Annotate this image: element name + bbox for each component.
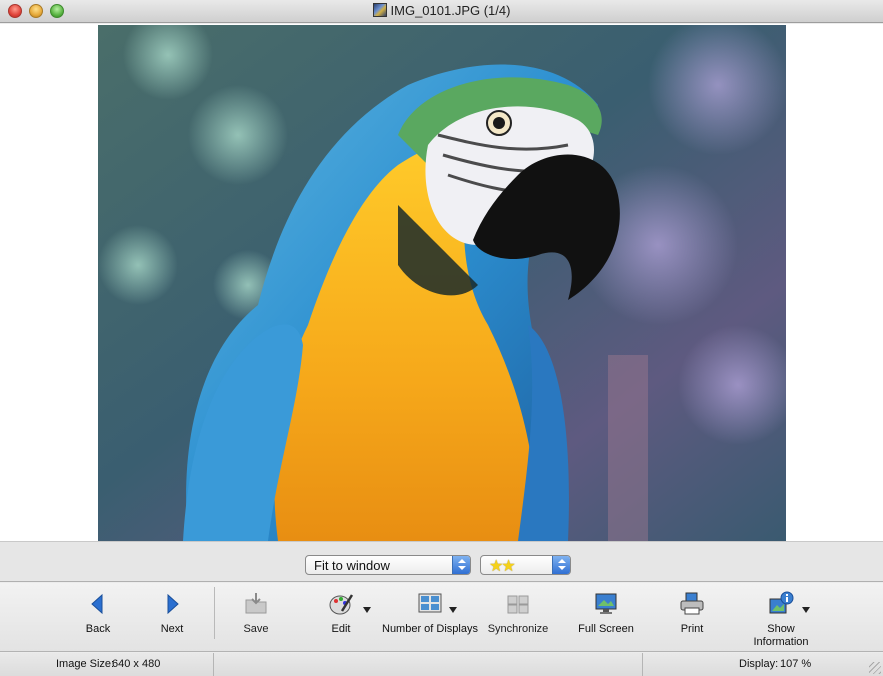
window-title-wrap: IMG_0101.JPG (1/4) [0, 3, 883, 18]
edit-button[interactable]: Edit [311, 583, 371, 652]
print-button[interactable]: Print [662, 583, 722, 652]
toolbar-divider [214, 587, 215, 639]
display-zoom-label: Display: [739, 658, 779, 670]
toolbar: Back Next Save Edit Number of Displays S… [0, 583, 883, 652]
save-folder-icon [245, 593, 267, 614]
display-control-strip: Fit to window ★★ [0, 541, 883, 582]
title-bar[interactable]: IMG_0101.JPG (1/4) [0, 0, 883, 23]
show-information-button[interactable]: Show Information [741, 583, 821, 652]
window-title: IMG_0101.JPG (1/4) [390, 3, 511, 18]
print-label: Print [680, 623, 704, 635]
show-information-label: Show Information [741, 623, 821, 649]
status-separator [213, 653, 214, 676]
rating-select[interactable]: ★★ [480, 555, 571, 575]
show-information-label-line2: Information [753, 636, 809, 648]
next-arrow-icon [167, 593, 179, 615]
save-button[interactable]: Save [226, 583, 286, 652]
select-arrows-icon [452, 556, 470, 574]
number-of-displays-button[interactable]: Number of Displays [380, 583, 480, 652]
display-grid-icon [418, 593, 442, 613]
next-button[interactable]: Next [142, 583, 202, 652]
monitor-icon [595, 593, 617, 614]
image-viewer [0, 24, 883, 541]
edit-label: Edit [331, 623, 351, 635]
full-screen-label: Full Screen [578, 623, 634, 635]
status-bar: Image Size: 640 x 480 Display: 107 % [0, 653, 883, 676]
viewer-window: IMG_0101.JPG (1/4) Fit to window ★★ Back… [0, 0, 883, 676]
fit-mode-select[interactable]: Fit to window [305, 555, 471, 575]
edit-palette-icon [329, 594, 354, 615]
information-dropdown-icon[interactable] [802, 607, 810, 613]
fit-mode-value: Fit to window [314, 558, 390, 573]
information-icon [769, 591, 794, 614]
parrot-photo-illustration [98, 25, 786, 541]
edit-dropdown-icon[interactable] [363, 607, 371, 613]
select-arrows-icon [552, 556, 570, 574]
star-rating-icon: ★★ [489, 558, 516, 575]
status-separator [642, 653, 643, 676]
number-of-displays-label: Number of Displays [382, 623, 478, 635]
display-zoom-value: 107 % [780, 658, 812, 670]
displays-dropdown-icon[interactable] [449, 607, 457, 613]
next-label: Next [160, 623, 184, 635]
full-screen-button[interactable]: Full Screen [571, 583, 641, 652]
image-size-value: 640 x 480 [112, 658, 161, 670]
save-label: Save [243, 623, 269, 635]
image-file-icon [372, 3, 387, 17]
parrot-photo [98, 25, 786, 541]
back-label: Back [85, 623, 111, 635]
back-arrow-icon [91, 593, 103, 615]
printer-icon [680, 592, 704, 615]
show-information-label-line1: Show [767, 623, 795, 635]
synchronize-icon [507, 595, 529, 614]
resize-grip-icon[interactable] [869, 662, 881, 674]
synchronize-label: Synchronize [487, 623, 549, 635]
image-size-label: Image Size: [56, 658, 115, 670]
synchronize-button[interactable]: Synchronize [484, 583, 552, 652]
back-button[interactable]: Back [68, 583, 128, 652]
